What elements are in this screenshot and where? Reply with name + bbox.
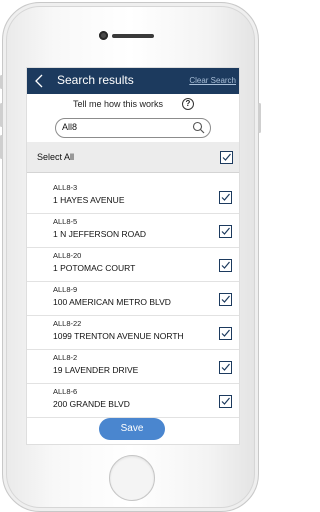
navbar: Search results Clear Search [27, 68, 239, 94]
item-address: 1 POTOMAC COURT [53, 263, 136, 273]
item-code: ALL8-20 [53, 251, 82, 260]
checkmark-icon [221, 397, 230, 405]
item-code: ALL8-3 [53, 183, 78, 192]
select-all-row[interactable]: Select All [27, 142, 239, 173]
list-item[interactable]: ALL8-5 1 N JEFFERSON ROAD [27, 214, 239, 248]
item-code: ALL8-6 [53, 387, 78, 396]
app-screen: Search results Clear Search Tell me how … [26, 67, 240, 445]
home-button[interactable] [109, 455, 155, 501]
help-text[interactable]: Tell me how this works [73, 99, 163, 109]
help-row[interactable]: Tell me how this works ? [27, 97, 239, 113]
list-item[interactable]: ALL8-2 19 LAVENDER DRIVE [27, 350, 239, 384]
select-all-label: Select All [37, 152, 75, 162]
search-input[interactable] [62, 122, 182, 132]
list-item[interactable]: ALL8-3 1 HAYES AVENUE [27, 180, 239, 214]
item-checkbox[interactable] [219, 395, 232, 408]
item-checkbox[interactable] [219, 259, 232, 272]
checkmark-icon [221, 261, 230, 269]
clear-search-link[interactable]: Clear Search [189, 76, 236, 85]
list-item[interactable]: ALL8-22 1099 TRENTON AVENUE NORTH [27, 316, 239, 350]
list-item[interactable]: ALL8-9 100 AMERICAN METRO BLVD [27, 282, 239, 316]
item-address: 1099 TRENTON AVENUE NORTH [53, 331, 184, 341]
search-icon[interactable] [192, 121, 205, 134]
help-question-icon[interactable]: ? [182, 98, 194, 110]
checkmark-icon [222, 153, 231, 161]
item-code: ALL8-2 [53, 353, 78, 362]
item-checkbox[interactable] [219, 293, 232, 306]
item-address: 100 AMERICAN METRO BLVD [53, 297, 171, 307]
list-item[interactable]: ALL8-6 200 GRANDE BLVD [27, 384, 239, 418]
item-code: ALL8-9 [53, 285, 78, 294]
earpiece-speaker [112, 34, 154, 38]
back-chevron-icon[interactable] [33, 72, 47, 90]
checkmark-icon [221, 329, 230, 337]
checkmark-icon [221, 295, 230, 303]
item-checkbox[interactable] [219, 191, 232, 204]
power-button [258, 103, 261, 133]
item-address: 200 GRANDE BLVD [53, 399, 130, 409]
item-code: ALL8-5 [53, 217, 78, 226]
checkmark-icon [221, 227, 230, 235]
save-button[interactable]: Save [99, 418, 165, 440]
item-address: 1 HAYES AVENUE [53, 195, 125, 205]
page-title: Search results [57, 73, 134, 87]
select-all-checkbox[interactable] [220, 151, 233, 164]
list-item[interactable]: ALL8-20 1 POTOMAC COURT [27, 248, 239, 282]
volume-up-button [0, 103, 3, 127]
item-address: 1 N JEFFERSON ROAD [53, 229, 147, 239]
item-code: ALL8-22 [53, 319, 82, 328]
item-checkbox[interactable] [219, 361, 232, 374]
front-camera [99, 31, 108, 40]
item-checkbox[interactable] [219, 327, 232, 340]
volume-down-button [0, 135, 3, 159]
mute-switch [0, 75, 3, 89]
item-address: 19 LAVENDER DRIVE [53, 365, 139, 375]
checkmark-icon [221, 193, 230, 201]
item-checkbox[interactable] [219, 225, 232, 238]
results-list: ALL8-3 1 HAYES AVENUE ALL8-5 1 N JEFFERS… [27, 180, 239, 418]
checkmark-icon [221, 363, 230, 371]
search-field[interactable] [55, 118, 211, 138]
